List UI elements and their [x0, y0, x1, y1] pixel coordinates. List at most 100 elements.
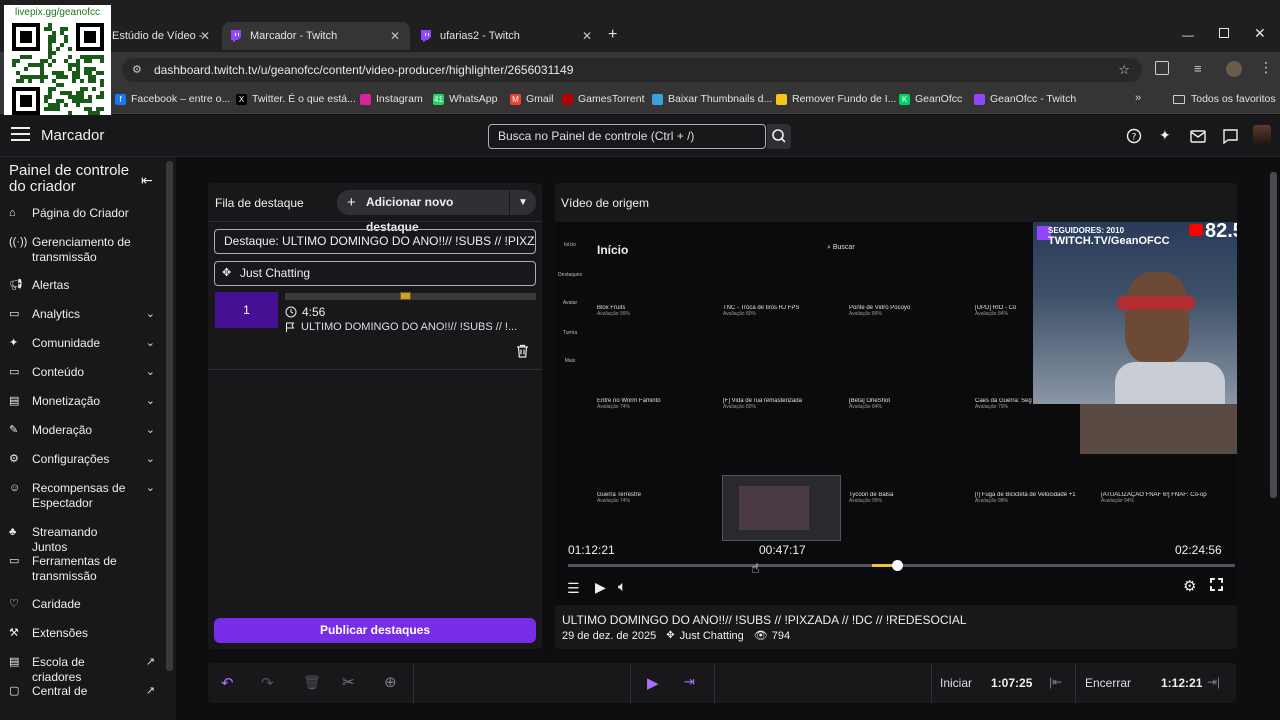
sidebar-item-10[interactable]: ♣ Streamando Juntos [9, 525, 159, 555]
highlight-category-field[interactable]: ✥ Just Chatting [214, 261, 536, 286]
sidebar-item-11[interactable]: ▭ Ferramentas de transmissão [9, 554, 159, 584]
user-avatar[interactable] [1253, 125, 1271, 145]
sidebar-item-6[interactable]: ▤ Monetização ⌄ [9, 394, 159, 409]
close-window-button[interactable]: ✕ [1254, 25, 1266, 42]
highlight-title-field[interactable]: Destaque: ULTIMO DOMINGO DO ANO!!// !SUB… [214, 229, 536, 254]
add-highlight-dropdown[interactable]: ▼ [510, 190, 536, 215]
set-end-icon[interactable]: ⇥| [1207, 675, 1220, 689]
sidebar-item-label: Extensões [32, 626, 89, 640]
publish-highlights-button[interactable]: Publicar destaques [214, 618, 536, 643]
nav-icon: ▤ [9, 395, 20, 407]
chat-icon[interactable] [1223, 129, 1238, 144]
bookmark-item[interactable]: GeanOfcc - Twitch [974, 93, 1076, 105]
minimize-button[interactable]: — [1182, 28, 1194, 42]
close-icon[interactable]: ✕ [582, 29, 592, 43]
video-player[interactable]: Início Destaques Avatar Turma Mais Início ⌕ … [555, 222, 1237, 605]
sidebar-item-13[interactable]: ⚒ Extensões [9, 626, 159, 641]
url-field[interactable]: ⚙ dashboard.twitch.tv/u/geanofcc/content… [122, 58, 1142, 82]
add-clip-icon[interactable]: ⊕ [384, 673, 397, 691]
sidebar-item-3[interactable]: ▭ Analytics ⌄ [9, 307, 159, 322]
sidebar-item-0[interactable]: ⌂ Página do Criador [9, 206, 159, 221]
bookmark-star-icon[interactable]: ☆ [1118, 58, 1130, 82]
preview-play-icon[interactable]: ▶ [647, 674, 659, 692]
sparkle-icon[interactable]: ✦ [1159, 127, 1171, 144]
bookmark-item[interactable]: GamesTorrent [562, 93, 645, 105]
chevron-down-icon: ⌄ [145, 308, 155, 320]
tab-estudio[interactable]: Estúdio de Vídeo - ✕ [104, 22, 220, 50]
edit-toolbar: ↶ ↷ 🗑︎ ✂ ⊕ ▶ ⇥ Iniciar 1:07:25 |⇤ Encerr… [208, 663, 1236, 703]
bookmark-item[interactable]: Remover Fundo de I... [776, 93, 896, 105]
collapse-sidebar-icon[interactable]: ⇤ [141, 172, 153, 189]
fullscreen-icon[interactable] [1210, 578, 1223, 591]
bookmark-item[interactable]: f Facebook – entre o... [115, 93, 230, 105]
sidebar-item-5[interactable]: ▭ Conteúdo ⌄ [9, 365, 159, 380]
scissors-icon[interactable]: ✂ [342, 673, 355, 691]
highlight-number-badge[interactable]: 1 [215, 292, 278, 328]
divider [630, 663, 631, 703]
all-bookmarks-folder[interactable]: Todos os favoritos [1173, 93, 1276, 105]
highlight-range-marker[interactable] [400, 292, 411, 300]
sidebar-item-12[interactable]: ♡ Caridade [9, 597, 159, 612]
bookmark-item[interactable]: K GeanOfcc [899, 93, 962, 105]
trash-icon[interactable] [516, 344, 529, 358]
inner-game-rating: Avaliação 84% [849, 404, 882, 410]
new-tab-button[interactable]: + [608, 26, 617, 44]
sidebar-item-7[interactable]: ✎ Moderação ⌄ [9, 423, 159, 438]
extensions-icon[interactable] [1155, 61, 1169, 75]
settings-gear-icon[interactable]: ⚙ [1183, 577, 1196, 595]
search-icon [772, 129, 786, 143]
avatar[interactable] [1226, 61, 1242, 77]
seek-bar[interactable] [568, 560, 1235, 571]
mail-icon[interactable] [1190, 130, 1206, 143]
playhead[interactable] [891, 560, 903, 571]
sidebar-item-4[interactable]: ✦ Comunidade ⌄ [9, 336, 159, 351]
redo-icon[interactable]: ↷ [261, 674, 274, 692]
sidebar-item-15[interactable]: ▢ Central de ↗ [9, 684, 159, 699]
bookmark-item[interactable]: Baixar Thumbnails d... [652, 93, 772, 105]
search-button[interactable] [767, 124, 791, 149]
bookmark-item[interactable]: M Gmail [510, 93, 553, 105]
sidebar-item-9[interactable]: ☺ Recompensas de Espectador ⌄ [9, 481, 159, 511]
start-time-field[interactable]: 1:07:25 [991, 676, 1032, 690]
all-bookmarks-label: Todos os favoritos [1191, 93, 1276, 105]
jump-to-end-icon[interactable]: ⇥ [684, 674, 695, 690]
inner-game-rating: Avaliação 95% [849, 498, 882, 504]
sidebar-item-1[interactable]: ((·)) Gerenciamento de transmissão [9, 235, 159, 265]
bookmark-item[interactable]: Instagram [360, 93, 423, 105]
bookmark-item[interactable]: 41 WhatsApp [433, 93, 497, 105]
dashboard-search-input[interactable]: Busca no Painel de controle (Ctrl + /) [488, 124, 766, 149]
close-icon[interactable]: ✕ [390, 29, 400, 43]
sidebar-scrollbar[interactable] [166, 161, 173, 671]
undo-icon[interactable]: ↶ [221, 674, 234, 692]
bookmark-favicon-icon: K [899, 93, 910, 105]
menu-icon[interactable]: ⋮ [1259, 59, 1273, 76]
maximize-button[interactable] [1219, 28, 1229, 38]
external-link-icon: ↗ [145, 685, 155, 697]
set-start-icon[interactable]: |⇤ [1049, 675, 1062, 689]
highlight-position-track [285, 292, 536, 300]
play-button[interactable]: ▶ [595, 579, 606, 596]
close-icon[interactable]: ✕ [200, 29, 210, 43]
tab-marcador[interactable]: Marcador - Twitch ✕ [222, 22, 410, 50]
delete-icon[interactable]: 🗑︎ [303, 674, 321, 691]
inner-game-rating: Avaliação 74% [597, 404, 630, 410]
bookmark-item[interactable]: X Twitter. É o que está... [236, 93, 356, 105]
page-scrollbar[interactable] [1270, 172, 1277, 498]
tab-ufarias[interactable]: ufarias2 - Twitch ✕ [412, 22, 602, 50]
chapters-icon[interactable]: ☰ [567, 580, 580, 597]
add-highlight-button[interactable]: + Adicionar novo destaque [337, 190, 509, 234]
highlight-item-title: ULTIMO DOMINGO DO ANO!!// !SUBS // !... [285, 321, 535, 333]
source-video-title: Vídeo de origem [561, 196, 650, 210]
media-icon[interactable]: ≡ [1194, 61, 1202, 76]
bookmark-label: Facebook – entre o... [131, 93, 231, 105]
bookmark-favicon-icon: 41 [433, 93, 444, 105]
sidebar-item-8[interactable]: ⚙ Configurações ⌄ [9, 452, 159, 467]
more-bookmarks-icon[interactable]: » [1135, 92, 1141, 104]
help-icon[interactable]: ? [1126, 128, 1142, 144]
site-info-icon[interactable]: ⚙ [132, 58, 142, 82]
hamburger-menu-icon[interactable] [11, 127, 30, 142]
volume-icon[interactable]: 🔈︎ [618, 578, 626, 595]
sidebar-item-14[interactable]: ▤ Escola de criadores ↗ [9, 655, 159, 685]
sidebar-item-2[interactable]: 📢︎ Alertas [9, 278, 159, 293]
end-time-field[interactable]: 1:12:21 [1161, 676, 1202, 690]
